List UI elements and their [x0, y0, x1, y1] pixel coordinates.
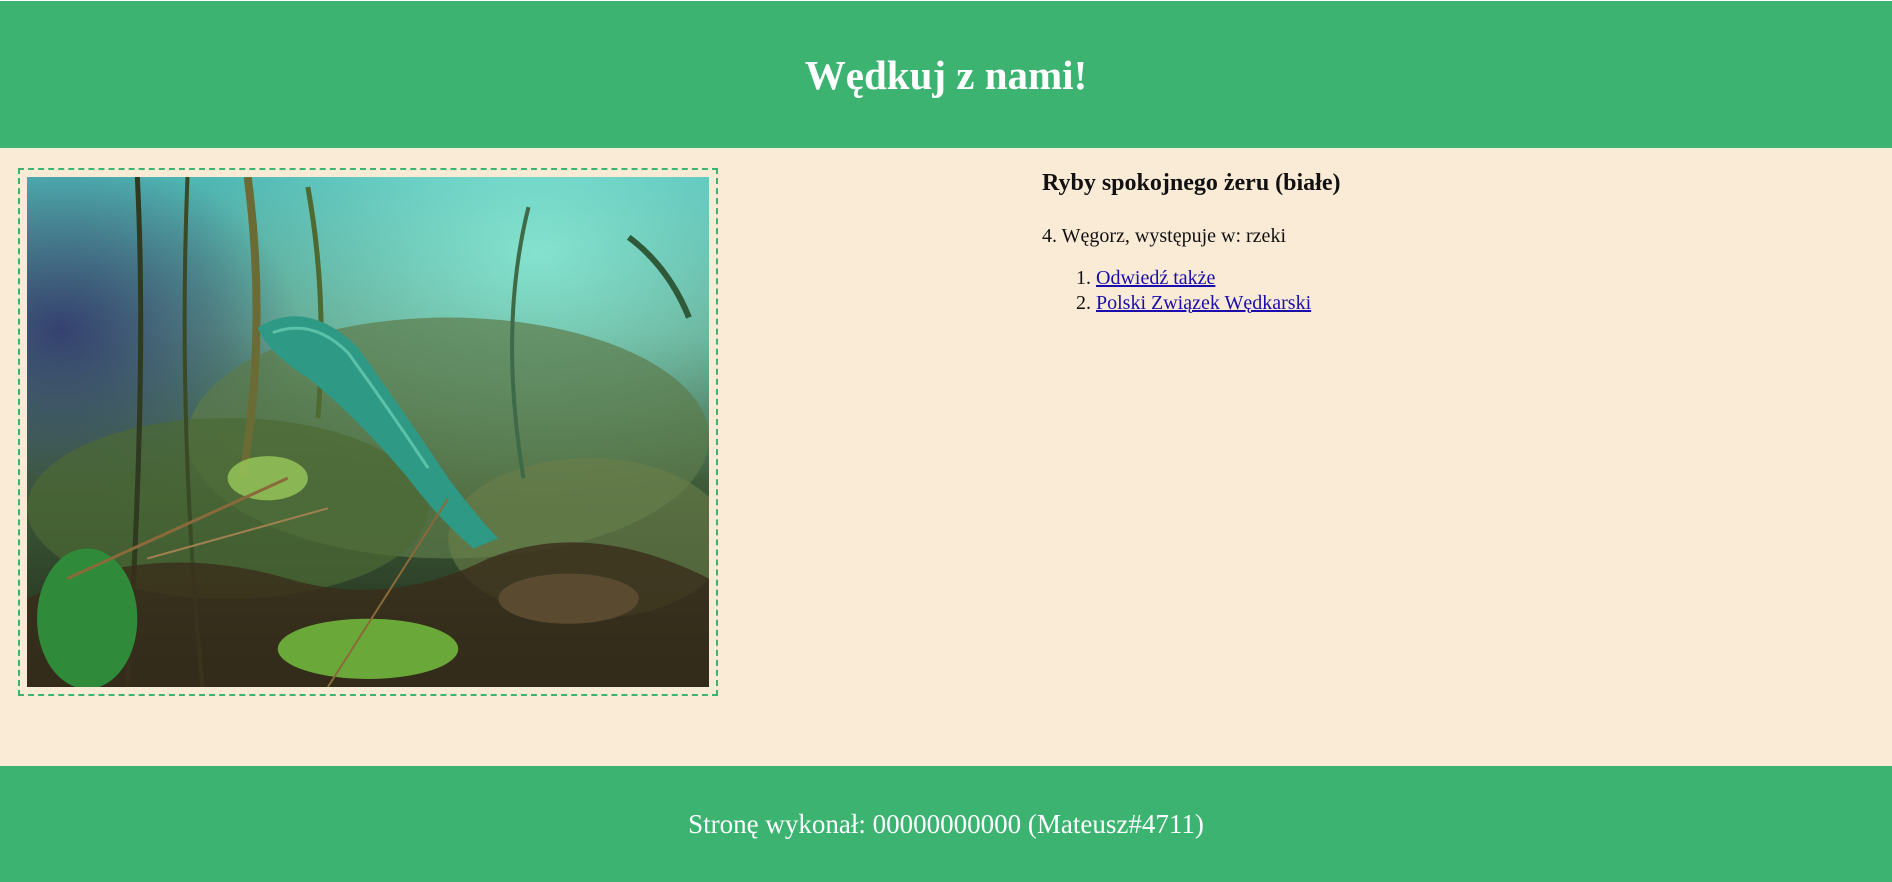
links-list: Odwiedź także Polski Związek Wędkarski	[1042, 266, 1862, 316]
link-pzw[interactable]: Polski Związek Wędkarski	[1096, 292, 1311, 314]
list-item: Polski Związek Wędkarski	[1096, 291, 1862, 316]
page-title: Wędkuj z nami!	[804, 51, 1088, 98]
photo-frame	[18, 168, 718, 696]
info-section: Ryby spokojnego żeru (białe) 4. Węgorz, …	[1042, 170, 1862, 316]
footer-text: Stronę wykonał: 00000000000 (Mateusz#471…	[688, 808, 1204, 839]
page-footer: Stronę wykonał: 00000000000 (Mateusz#471…	[0, 766, 1892, 882]
list-item: Odwiedź także	[1096, 266, 1862, 291]
link-odwiedz-takze[interactable]: Odwiedź także	[1096, 267, 1215, 289]
fish-photo	[27, 177, 709, 687]
main-content: Ryby spokojnego żeru (białe) 4. Węgorz, …	[0, 148, 1892, 766]
page-header: Wędkuj z nami!	[0, 0, 1892, 148]
section-heading: Ryby spokojnego żeru (białe)	[1042, 170, 1341, 196]
fish-entry: 4. Węgorz, występuje w: rzeki	[1042, 225, 1286, 247]
